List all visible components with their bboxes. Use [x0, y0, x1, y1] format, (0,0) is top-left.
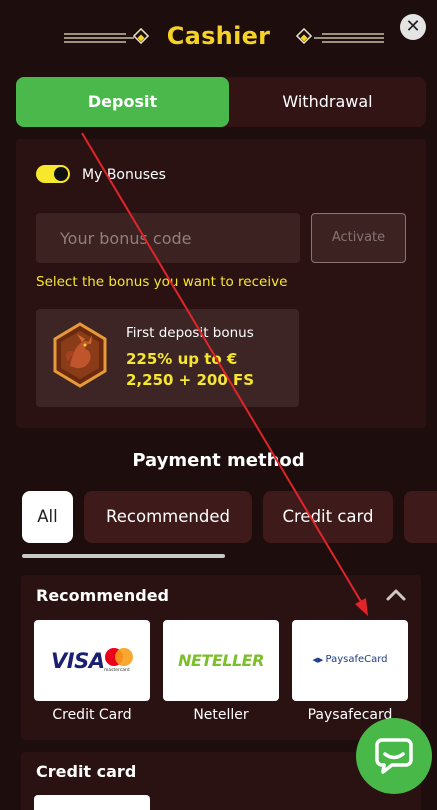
method-card-partial[interactable]: [34, 795, 150, 810]
paysafecard-logo: ◀▶ PaysafeCard: [292, 620, 408, 701]
neteller-logo-text: NETELLER: [178, 651, 264, 670]
section-title: Recommended: [36, 586, 169, 605]
filter-more[interactable]: [404, 491, 437, 543]
bonus-hint: Select the bonus you want to receive: [36, 274, 288, 290]
bonus-code-input[interactable]: [36, 213, 300, 263]
cashier-modal: Cashier ✕ Deposit Withdrawal My Bonuses …: [0, 0, 437, 810]
close-icon[interactable]: ✕: [400, 14, 426, 40]
toggle-knob: [54, 167, 68, 181]
chat-button[interactable]: [356, 718, 432, 794]
credit-card-logo: VISA mastercard: [34, 620, 150, 701]
paysafecard-wordmark: PaysafeCard: [325, 654, 388, 665]
mastercard-icon: [105, 648, 133, 666]
payment-filters: All Recommended Credit card: [22, 491, 437, 543]
section-title: Credit card: [36, 762, 137, 781]
cashier-tabs: Deposit Withdrawal: [16, 77, 426, 127]
bonus-card-first-deposit[interactable]: First deposit bonus 225% up to € 2,250 +…: [36, 309, 299, 407]
method-neteller[interactable]: NETELLER Neteller: [163, 620, 279, 723]
header-ornament-right-icon: [295, 28, 384, 45]
payment-method-title: Payment method: [132, 450, 305, 471]
neteller-logo: NETELLER: [163, 620, 279, 701]
dragon-bonus-icon: [53, 322, 107, 388]
method-label: Credit Card: [52, 707, 132, 723]
tab-deposit[interactable]: Deposit: [16, 77, 229, 127]
bonus-panel: My Bonuses Activate Select the bonus you…: [16, 139, 426, 428]
method-credit-card[interactable]: VISA mastercard Credit Card: [34, 620, 150, 723]
bonus-amount: 225% up to € 2,250 + 200 FS: [126, 350, 255, 389]
paysafecard-arrows-icon: ◀▶: [312, 656, 326, 664]
my-bonuses-label: My Bonuses: [82, 167, 166, 183]
filter-credit-card[interactable]: Credit card: [263, 491, 393, 543]
filter-all[interactable]: All: [22, 491, 73, 543]
section-recommended: Recommended VISA mastercard Credit Card …: [21, 575, 421, 740]
chevron-up-icon[interactable]: [385, 585, 407, 605]
chat-icon: [375, 738, 413, 774]
method-label: Neteller: [193, 707, 249, 723]
filter-recommended[interactable]: Recommended: [84, 491, 252, 543]
paysafecard-logo-text: ◀▶ PaysafeCard: [292, 654, 408, 665]
filters-scrollbar[interactable]: [22, 554, 225, 558]
visa-logo-text: VISA: [51, 649, 105, 673]
header: Cashier ✕: [0, 14, 437, 58]
tab-withdrawal[interactable]: Withdrawal: [229, 77, 426, 127]
my-bonuses-toggle[interactable]: [36, 165, 70, 183]
method-paysafecard[interactable]: ◀▶ PaysafeCard Paysafecard: [292, 620, 408, 723]
activate-button[interactable]: Activate: [311, 213, 406, 263]
mastercard-logo-text: mastercard: [104, 668, 130, 673]
bonus-title: First deposit bonus: [126, 325, 254, 341]
